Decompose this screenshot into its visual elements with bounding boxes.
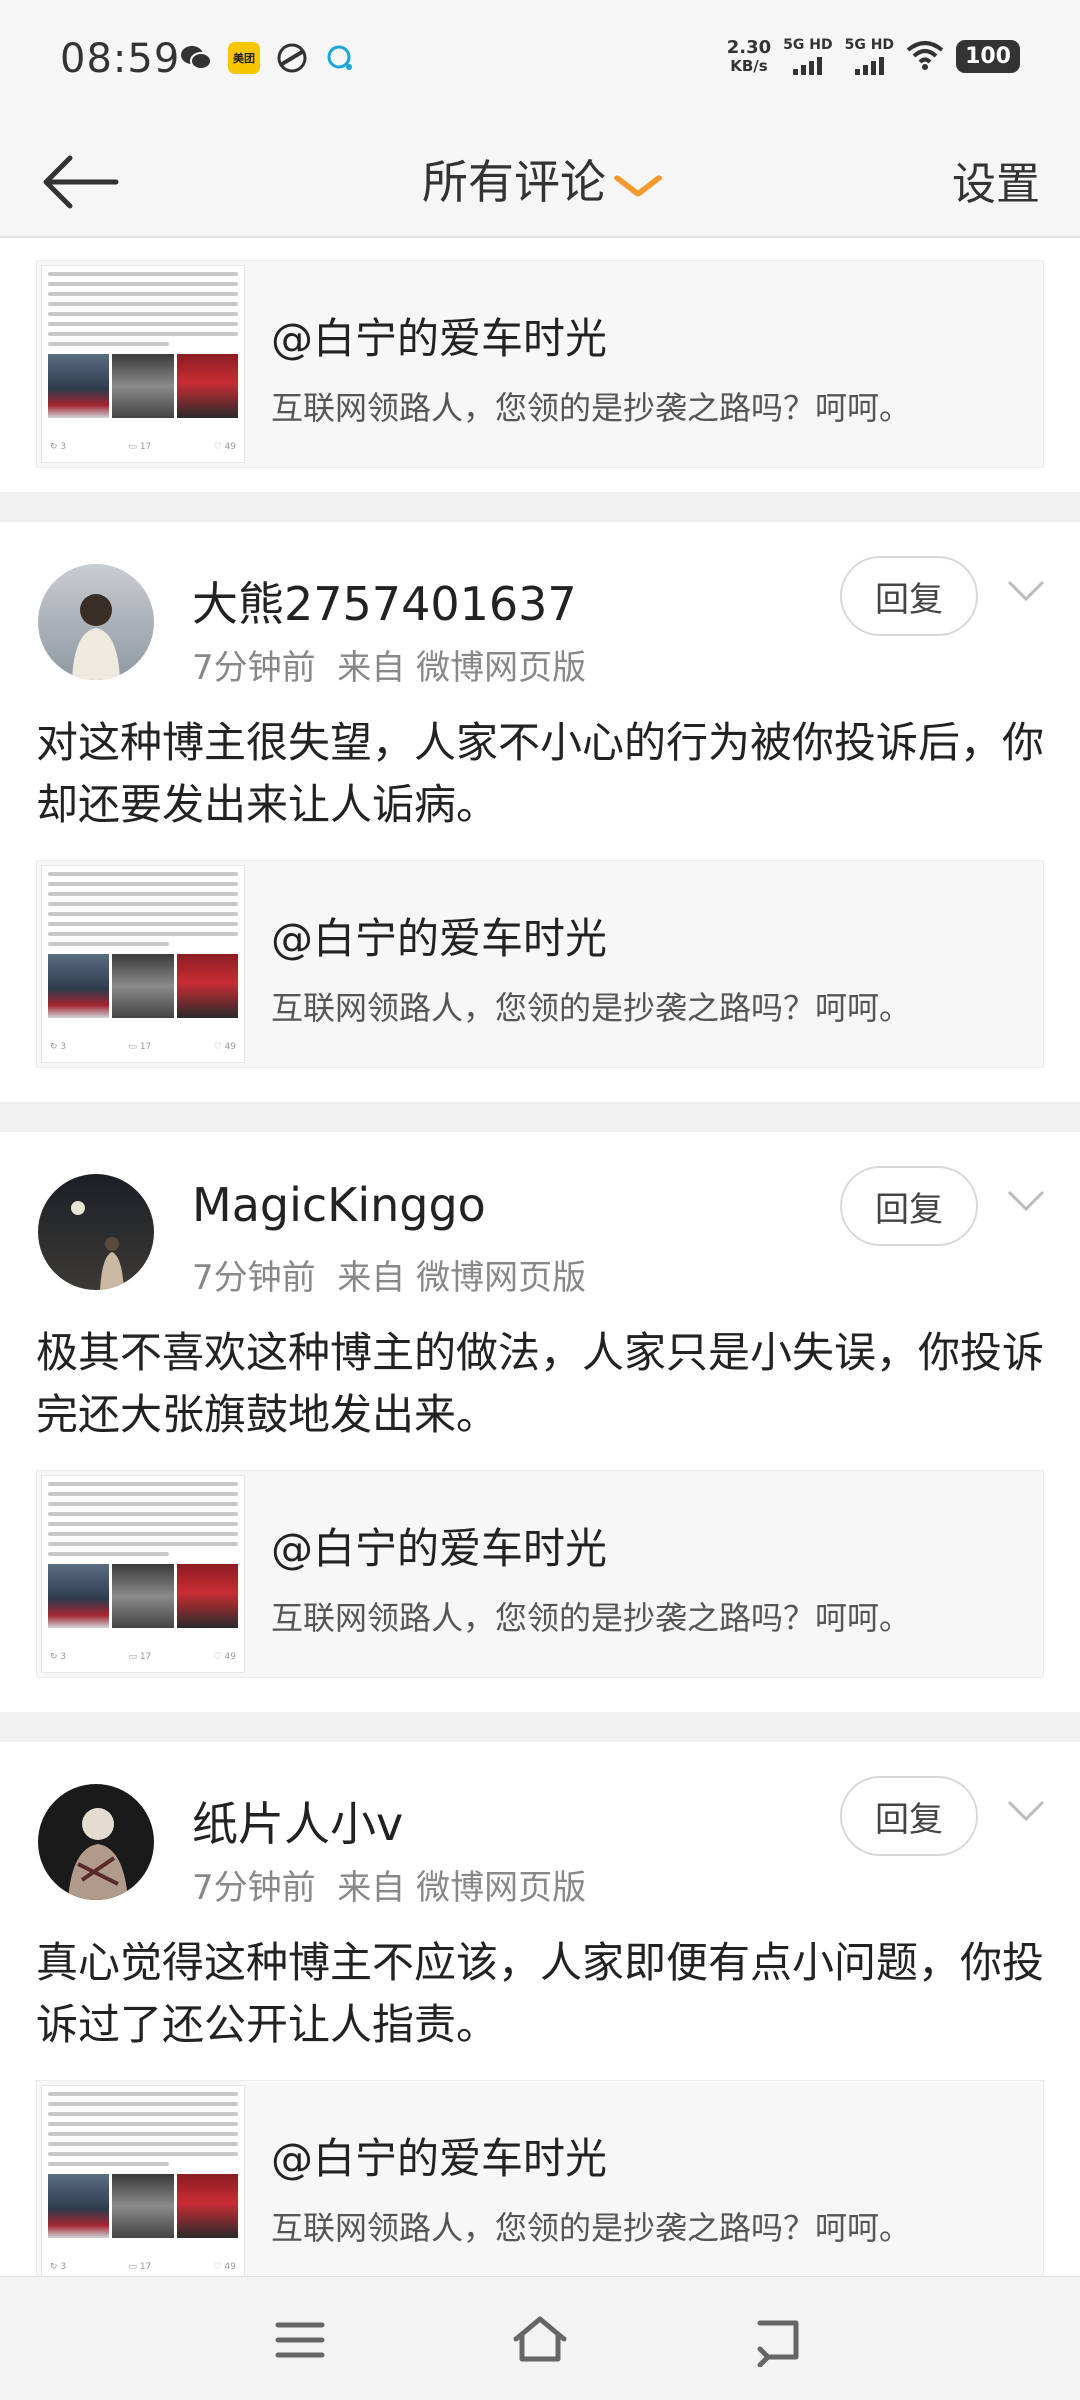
sim1-label: 5G HD xyxy=(783,37,833,53)
back-nav-icon[interactable] xyxy=(750,2313,810,2367)
signal-sim1-icon: 5G HD xyxy=(783,37,833,75)
comment-card: 大熊2757401637 7分钟前 来自 微博网页版 回复 对这种博主很失望，人… xyxy=(0,522,1080,1102)
comment-time: 7分钟前 xyxy=(192,1258,316,1298)
quoted-post[interactable]: ↻ 3 ▭ 17 ♡ 49 @白宁的爱车时光 互联网领路人，您领的是抄袭之路吗？呵呵… xyxy=(36,860,1044,1068)
quoted-text: 互联网领路人，您领的是抄袭之路吗？呵呵。 xyxy=(271,989,912,1027)
avatar[interactable] xyxy=(38,1784,154,1900)
comment-source: 来自 微博网页版 xyxy=(337,1258,587,1298)
chevron-down-icon[interactable] xyxy=(1006,1798,1046,1824)
wifi-icon xyxy=(906,40,944,74)
section-divider xyxy=(0,492,1080,522)
status-bar: 08:59 美团 2.30 KB/s 5G HD 5G HD 100 xyxy=(0,0,1080,124)
quoted-author: @白宁的爱车时光 xyxy=(271,1524,608,1573)
notification-icons: 美团 xyxy=(180,42,356,74)
page-title: 所有评论 xyxy=(422,155,606,209)
comment-card: MagicKinggo 7分钟前 来自 微博网页版 回复 极其不喜欢这种博主的做… xyxy=(0,1132,1080,1712)
reply-button[interactable]: 回复 xyxy=(840,1776,978,1856)
battery-icon: 100 xyxy=(956,40,1020,73)
quoted-post-thumbnail: ↻ 3 ▭ 17 ♡ 49 xyxy=(41,865,245,1063)
reply-button[interactable]: 回复 xyxy=(840,556,978,636)
chevron-down-icon xyxy=(612,167,664,207)
quoted-author: @白宁的爱车时光 xyxy=(271,2134,608,2183)
net-speed-unit: KB/s xyxy=(730,56,768,75)
reply-button[interactable]: 回复 xyxy=(840,1166,978,1246)
quoted-text: 互联网领路人，您领的是抄袭之路吗？呵呵。 xyxy=(271,2209,912,2247)
comment-list[interactable]: ↻ 3 ▭ 17 ♡ 49 @白宁的爱车时光 互联网领路人，您领的是抄袭之路吗？呵呵… xyxy=(0,238,1080,2276)
quoted-author: @白宁的爱车时光 xyxy=(271,314,608,363)
comment-username[interactable]: 大熊2757401637 xyxy=(192,568,577,634)
quoted-post-thumbnail: ↻ 3 ▭ 17 ♡ 49 xyxy=(41,265,245,463)
quoted-author: @白宁的爱车时光 xyxy=(271,914,608,963)
qq-icon xyxy=(324,42,356,74)
comment-filter-dropdown[interactable]: 所有评论 xyxy=(0,146,1080,212)
comment-source: 来自 微博网页版 xyxy=(337,1868,587,1908)
quoted-post[interactable]: ↻ 3 ▭ 17 ♡ 49 @白宁的爱车时光 互联网领路人，您领的是抄袭之路吗？呵呵… xyxy=(36,260,1044,468)
comment-meta: 7分钟前 来自 微博网页版 xyxy=(192,640,586,689)
signal-sim2-icon: 5G HD xyxy=(845,38,894,75)
system-icons: 2.30 KB/s 5G HD 5G HD 100 xyxy=(727,38,1020,75)
quoted-post[interactable]: ↻ 3 ▭ 17 ♡ 49 @白宁的爱车时光 互联网领路人，您领的是抄袭之路吗？呵呵… xyxy=(36,1470,1044,1678)
comment-source: 来自 微博网页版 xyxy=(337,648,587,688)
quoted-post-thumbnail: ↻ 3 ▭ 17 ♡ 49 xyxy=(41,2085,245,2276)
comment-meta: 7分钟前 来自 微博网页版 xyxy=(192,1860,586,1909)
comment-username[interactable]: MagicKinggo xyxy=(192,1178,486,1232)
app-icon xyxy=(276,42,308,74)
wechat-icon xyxy=(180,42,212,74)
chevron-down-icon[interactable] xyxy=(1006,578,1046,604)
section-divider xyxy=(0,1712,1080,1742)
comment-meta: 7分钟前 来自 微博网页版 xyxy=(192,1250,586,1299)
comment-text: 真心觉得这种博主不应该，人家即便有点小问题，你投诉过了还公开让人指责。 xyxy=(36,1938,1045,2049)
home-icon[interactable] xyxy=(510,2313,570,2367)
quoted-text: 互联网领路人，您领的是抄袭之路吗？呵呵。 xyxy=(271,1599,912,1637)
quoted-post[interactable]: ↻ 3 ▭ 17 ♡ 49 @白宁的爱车时光 互联网领路人，您领的是抄袭之路吗？呵呵… xyxy=(36,2080,1044,2276)
top-nav-bar: 所有评论 设置 xyxy=(0,124,1080,238)
sim2-label: 5G HD xyxy=(844,37,895,53)
comment-text: 对这种博主很失望，人家不小心的行为被你投诉后，你却还要发出来让人诟病。 xyxy=(36,718,1045,829)
comment-text: 极其不喜欢这种博主的做法，人家只是小失误，你投诉完还大张旗鼓地发出来。 xyxy=(36,1328,1045,1439)
comment-time: 7分钟前 xyxy=(192,1868,316,1908)
system-nav-bar xyxy=(0,2276,1080,2400)
comment-card-partial: ↻ 3 ▭ 17 ♡ 49 @白宁的爱车时光 互联网领路人，您领的是抄袭之路吗？呵呵… xyxy=(0,238,1080,492)
chevron-down-icon[interactable] xyxy=(1006,1188,1046,1214)
quoted-text: 互联网领路人，您领的是抄袭之路吗？呵呵。 xyxy=(271,389,912,427)
comment-time: 7分钟前 xyxy=(192,648,316,688)
avatar[interactable] xyxy=(38,564,154,680)
meituan-icon: 美团 xyxy=(228,42,260,74)
menu-icon[interactable] xyxy=(270,2313,330,2367)
status-time: 08:59 xyxy=(60,36,181,82)
quoted-post-thumbnail: ↻ 3 ▭ 17 ♡ 49 xyxy=(41,1475,245,1673)
comment-username[interactable]: 纸片人小v xyxy=(192,1788,403,1854)
section-divider xyxy=(0,1102,1080,1132)
avatar[interactable] xyxy=(38,1174,154,1290)
net-speed: 2.30 KB/s xyxy=(726,36,772,75)
net-speed-value: 2.30 xyxy=(726,36,772,58)
settings-button[interactable]: 设置 xyxy=(952,148,1040,212)
comment-card: 纸片人小v 7分钟前 来自 微博网页版 回复 真心觉得这种博主不应该，人家即便有… xyxy=(0,1742,1080,2276)
